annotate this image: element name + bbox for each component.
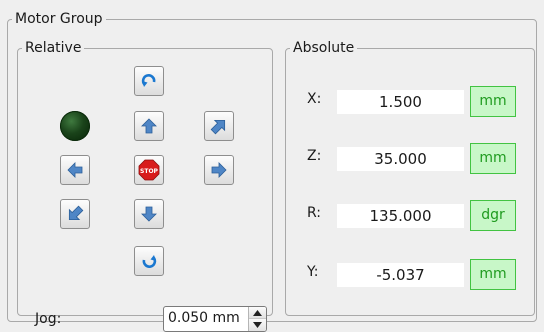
move-up-right-button[interactable] [204, 111, 234, 141]
jog-value[interactable]: 0.050 mm [168, 310, 246, 326]
arrow-left-icon [67, 162, 83, 178]
status-led [60, 111, 90, 141]
relative-group-box: Relative STOP Jog: 0.050 mm [17, 39, 273, 332]
jog-decrement-button[interactable] [249, 319, 266, 331]
x-unit-button[interactable]: mm [470, 86, 516, 117]
r-unit-button[interactable]: dgr [470, 200, 516, 231]
move-left-button[interactable] [60, 155, 90, 185]
arrow-up-right-icon [210, 119, 226, 135]
rotate-cw-icon [141, 74, 156, 87]
y-axis-label: Y: [307, 264, 319, 280]
jog-spin-buttons [248, 307, 266, 331]
rotate-ccw-icon [142, 255, 157, 268]
jog-spinbox[interactable]: 0.050 mm [163, 306, 267, 332]
chevron-down-icon [253, 322, 262, 328]
arrow-up-icon [141, 118, 157, 134]
z-unit-button[interactable]: mm [470, 143, 516, 174]
z-position-field[interactable]: 35.000 [337, 147, 464, 171]
arrow-down-icon [141, 206, 157, 222]
move-down-button[interactable] [134, 199, 164, 229]
stop-icon-label: STOP [140, 168, 159, 175]
y-position-field[interactable]: -5.037 [337, 263, 464, 287]
chevron-up-icon [253, 309, 262, 316]
move-up-button[interactable] [134, 111, 164, 141]
jog-increment-button[interactable] [249, 307, 266, 319]
absolute-group-box: Absolute X: 1.500 mm Z: 35.000 mm R: 135… [285, 39, 535, 316]
z-axis-label: Z: [307, 148, 322, 164]
r-position-field[interactable]: 135.000 [337, 204, 464, 228]
arrow-right-icon [211, 162, 227, 178]
relative-group-title: Relative [22, 39, 85, 57]
x-position-field[interactable]: 1.500 [337, 90, 464, 114]
absolute-group-title: Absolute [290, 39, 358, 57]
motor-group-box: Motor Group Relative STOP Jog: 0.050 mm … [7, 10, 537, 332]
rotate-cw-button[interactable] [134, 66, 164, 96]
move-down-left-button[interactable] [60, 199, 90, 229]
rotate-ccw-button[interactable] [134, 246, 164, 276]
move-right-button[interactable] [204, 155, 234, 185]
r-axis-label: R: [307, 205, 322, 221]
stop-button[interactable]: STOP [134, 155, 164, 185]
motor-group-title: Motor Group [12, 10, 106, 28]
y-unit-button[interactable]: mm [470, 259, 516, 290]
stop-icon: STOP [138, 159, 160, 181]
x-axis-label: X: [307, 91, 322, 107]
arrow-down-left-icon [68, 205, 84, 221]
jog-label: Jog: [35, 311, 62, 327]
